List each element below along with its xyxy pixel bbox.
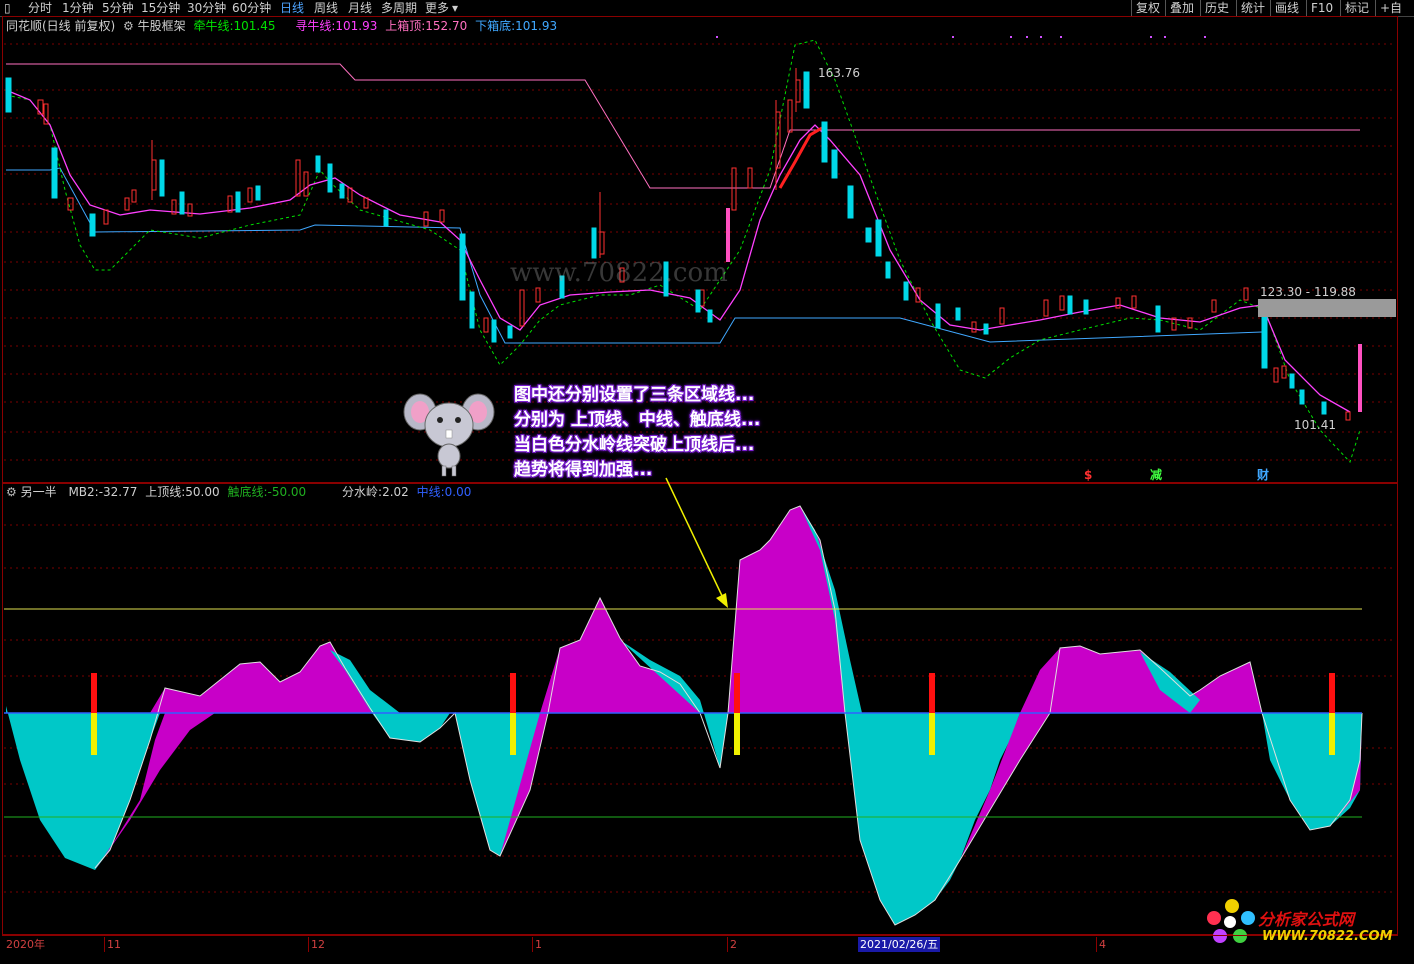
candles: [5, 68, 1351, 421]
signal-reduce: 减: [1150, 468, 1163, 482]
axis-jan: 1: [532, 937, 542, 952]
signal-bar-right: [1358, 344, 1362, 412]
annotation-line-1: 图中还分别设置了三条区域线...: [514, 385, 755, 405]
axis-year: 2020年: [6, 938, 45, 951]
brand-name: 分析家公式网: [1258, 910, 1355, 929]
annotation-arrow: [665, 477, 728, 608]
axis-nov: 11: [104, 937, 121, 952]
xunniu-line: [5, 89, 1351, 413]
annotation-line-3: 当白色分水岭线突破上顶线后...: [514, 435, 755, 455]
axis-apr: 4: [1096, 937, 1106, 952]
axis-feb: 2: [727, 937, 737, 952]
brand-url: WWW.70822.COM: [1262, 929, 1393, 944]
axis-selected-date[interactable]: 2021/02/26/五: [858, 937, 941, 952]
time-axis-line: [2, 935, 1398, 936]
brand-logo-icon: [1207, 899, 1255, 943]
lower-box-line: [6, 167, 1263, 344]
watermark: www.70822.com: [510, 258, 728, 288]
annotation-line-4: 趋势将得到加强...: [514, 460, 653, 480]
high-price-label: 163.76: [818, 66, 860, 80]
range-price-label: 123.30 - 119.88: [1260, 285, 1356, 299]
signal-dollar: $: [1084, 468, 1093, 482]
range-highlight: [1258, 299, 1396, 317]
upper-box-line: [6, 63, 1360, 189]
mouse-mascot-icon: [403, 393, 495, 477]
sub-chart-fills: [6, 506, 1362, 925]
xunniu-red-segment: [778, 126, 823, 189]
signal-finance: 财: [1257, 468, 1270, 482]
annotation-text: 图中还分别设置了三条区域线... 分别为 上顶线、中线、触底线... 当白色分水…: [514, 383, 760, 483]
signal-bar-left: [726, 208, 730, 262]
axis-dec: 12: [308, 937, 325, 952]
fenshuiling-line: [94, 505, 1363, 926]
top-dots: [716, 36, 1206, 38]
low-price-label: 101.41: [1294, 418, 1336, 432]
annotation-line-2: 分别为 上顶线、中线、触底线...: [514, 410, 761, 430]
